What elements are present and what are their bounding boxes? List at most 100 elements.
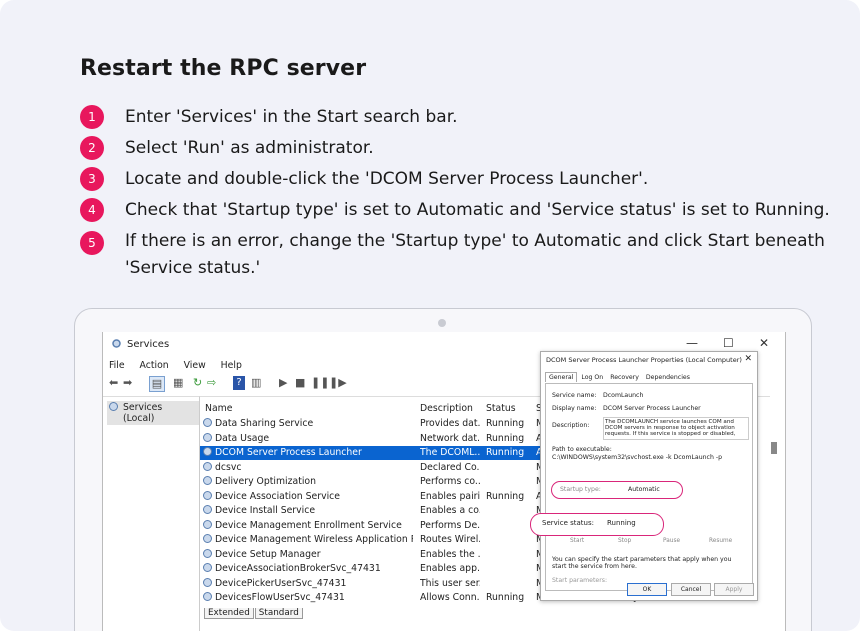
- service-description: Performs De...: [420, 519, 480, 531]
- column-header-status[interactable]: Status: [486, 403, 516, 414]
- service-name: Data Sharing Service: [215, 418, 314, 429]
- step-1: 1 Enter 'Services' in the Start search ba…: [80, 102, 840, 133]
- service-status: Running: [486, 432, 525, 444]
- window-title: Services: [127, 339, 170, 350]
- apply-button[interactable]: Apply: [714, 583, 754, 596]
- service-name: dcsvc: [215, 461, 242, 473]
- service-gear-icon: [203, 490, 212, 500]
- close-button[interactable]: ✕: [759, 336, 769, 350]
- step-text: If there is an error, change the 'Startu…: [125, 231, 825, 278]
- action-pane-icon[interactable]: ▥: [251, 376, 261, 390]
- service-status: Running: [486, 418, 525, 429]
- service-name-label: Service name:: [552, 392, 597, 399]
- display-name-value: DCOM Server Process Launcher: [603, 405, 701, 412]
- export-list-icon[interactable]: ⇨: [207, 376, 216, 390]
- service-description: Performs co...: [420, 476, 480, 487]
- service-description: Enables app...: [420, 563, 480, 574]
- help-icon[interactable]: ?: [233, 376, 245, 390]
- back-arrow-icon[interactable]: ⬅: [109, 376, 118, 390]
- service-description: Provides dat...: [420, 418, 480, 429]
- refresh-icon[interactable]: ↻: [193, 376, 202, 390]
- stop-button[interactable]: Stop: [618, 538, 631, 544]
- maximize-button[interactable]: ☐: [723, 336, 734, 350]
- service-description: Enables pairi...: [420, 490, 480, 502]
- service-gear-icon: [203, 432, 212, 442]
- menu-action[interactable]: Action: [140, 360, 169, 371]
- properties-dialog: DCOM Server Process Launcher Properties …: [530, 351, 758, 601]
- menu-help[interactable]: Help: [221, 360, 242, 371]
- menu-file[interactable]: File: [109, 360, 125, 371]
- restart-service-icon[interactable]: ❚▶: [329, 376, 347, 390]
- properties-icon[interactable]: ▦: [173, 376, 183, 390]
- tab-dependencies[interactable]: Dependencies: [643, 373, 693, 382]
- services-gear-icon: [109, 402, 118, 411]
- cancel-button[interactable]: Cancel: [671, 583, 711, 596]
- service-status: Running: [486, 447, 525, 458]
- page-title: Restart the RPC server: [80, 56, 367, 81]
- service-name: DevicePickerUserSvc_47431: [215, 577, 347, 589]
- column-header-description[interactable]: Description: [420, 403, 473, 414]
- description-box[interactable]: The DCOMLAUNCH service launches COM and …: [603, 417, 749, 440]
- service-gear-icon: [203, 534, 212, 543]
- service-description: The DCOML...: [420, 447, 480, 458]
- step-2: 2 Select 'Run' as administrator.: [80, 133, 840, 164]
- show-console-tree-icon[interactable]: ▤: [149, 376, 165, 392]
- service-status-highlight: Service status: Running: [530, 513, 664, 536]
- step-3: 3 Locate and double-click the 'DCOM Serve…: [80, 164, 840, 195]
- start-button[interactable]: Start: [570, 538, 584, 544]
- scrollbar-thumb[interactable]: [771, 442, 777, 454]
- service-gear-icon: [203, 505, 212, 514]
- dialog-tabs: General Log On Recovery Dependencies: [545, 372, 694, 382]
- resume-button[interactable]: Resume: [709, 538, 732, 544]
- service-gear-icon: [203, 447, 212, 456]
- column-header-name[interactable]: Name: [205, 403, 232, 414]
- service-gear-icon: [203, 519, 212, 529]
- startup-type-select[interactable]: Automatic: [628, 486, 660, 493]
- service-gear-icon: [203, 563, 212, 572]
- menu-bar: File Action View Help: [109, 360, 254, 371]
- general-tab-panel: Service name: DcomLaunch Display name: D…: [530, 383, 753, 591]
- tab-recovery[interactable]: Recovery: [607, 373, 642, 382]
- service-description: Declared Co...: [420, 461, 480, 473]
- display-name-label: Display name:: [552, 405, 597, 412]
- path-label: Path to executable:: [552, 446, 612, 453]
- step-number-badge: 1: [80, 105, 104, 129]
- view-tabs: Extended Standard: [204, 608, 304, 619]
- console-tree: Services (Local): [103, 396, 200, 631]
- tree-item-label: Services (Local): [123, 402, 163, 424]
- step-text: Check that 'Startup type' is set to Auto…: [125, 200, 830, 220]
- forward-arrow-icon[interactable]: ➡: [123, 376, 132, 390]
- dialog-close-button[interactable]: ✕: [744, 354, 752, 364]
- service-description: This user ser...: [420, 577, 480, 589]
- step-5: 5 If there is an error, change the 'Start…: [80, 228, 840, 282]
- list-scrollbar[interactable]: [769, 436, 778, 586]
- ok-button[interactable]: OK: [627, 583, 667, 596]
- service-name: DevicesFlowUserSvc_47431: [215, 592, 345, 603]
- service-gear-icon: [203, 592, 212, 601]
- tab-log-on[interactable]: Log On: [578, 373, 606, 382]
- stop-service-icon[interactable]: ■: [295, 376, 305, 390]
- service-status: Running: [486, 592, 525, 603]
- pause-button[interactable]: Pause: [663, 538, 680, 544]
- step-number-badge: 4: [80, 198, 104, 222]
- service-name: DCOM Server Process Launcher: [215, 447, 362, 458]
- service-name: Device Association Service: [215, 490, 340, 502]
- tab-standard[interactable]: Standard: [254, 608, 303, 619]
- path-value: C:\WINDOWS\system32\svchost.exe -k DcomL…: [552, 454, 723, 461]
- service-gear-icon: [203, 418, 212, 427]
- service-name: Device Install Service: [215, 505, 316, 516]
- startup-type-label: Startup type:: [560, 486, 601, 493]
- start-service-icon[interactable]: ▶: [279, 376, 287, 390]
- step-text: Enter 'Services' in the Start search bar…: [125, 107, 458, 127]
- tab-extended[interactable]: Extended: [204, 608, 254, 619]
- minimize-button[interactable]: —: [686, 336, 698, 350]
- tab-general[interactable]: General: [545, 372, 578, 382]
- service-name: Device Setup Manager: [215, 548, 321, 560]
- tree-item-services-local[interactable]: Services (Local): [107, 401, 199, 425]
- pause-service-icon[interactable]: ❚❚: [311, 376, 329, 390]
- service-description: Network dat...: [420, 432, 480, 444]
- toolbar: ⬅ ➡ ▤ ▦ ↻ ⇨ ? ▥ ▶ ■ ❚❚ ❚▶: [107, 376, 537, 394]
- menu-view[interactable]: View: [184, 360, 206, 371]
- step-4: 4 Check that 'Startup type' is set to Aut…: [80, 195, 840, 226]
- steps-list: 1 Enter 'Services' in the Start search ba…: [80, 102, 840, 282]
